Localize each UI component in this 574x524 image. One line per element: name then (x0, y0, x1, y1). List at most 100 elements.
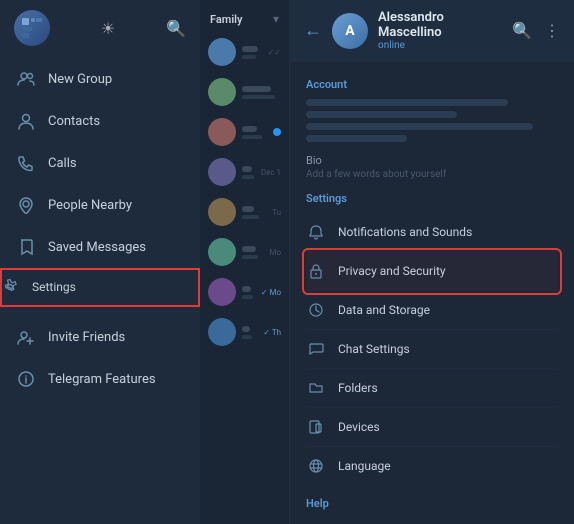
sidebar-item-telegram-features[interactable]: Telegram Features (0, 358, 200, 400)
chat-timestamp: Mo (269, 248, 281, 257)
list-item[interactable]: ✓ Mo (200, 272, 289, 312)
chat-settings-icon (306, 339, 326, 359)
sidebar-item-label-people-nearby: People Nearby (48, 198, 132, 213)
chat-list: Family ▾ ✓✓ Dec 1 (200, 0, 290, 524)
profile-initials: A (345, 23, 354, 39)
chat-preview (242, 135, 262, 139)
avatar (208, 78, 236, 106)
settings-item-notifications[interactable]: Notifications and Sounds (306, 213, 558, 252)
right-panel: ← A Alessandro Mascellino online 🔍 ⋮ Acc… (290, 0, 574, 524)
settings-item-label-data-storage: Data and Storage (338, 303, 430, 317)
chat-timestamp: ✓ Mo (261, 288, 281, 297)
list-item[interactable] (200, 112, 289, 152)
settings-item-data-storage[interactable]: Data and Storage (306, 291, 558, 330)
chat-preview (242, 215, 259, 219)
help-section-label: Help (306, 497, 558, 510)
chat-timestamp: ✓ Th (263, 328, 281, 337)
privacy-icon (306, 261, 326, 281)
avatar (208, 278, 236, 306)
list-item[interactable] (200, 72, 289, 112)
settings-item-label-notifications: Notifications and Sounds (338, 225, 472, 239)
settings-item-language[interactable]: Language (306, 447, 558, 485)
sidebar-item-label-saved-messages: Saved Messages (48, 240, 146, 255)
invite-friends-icon (16, 327, 36, 347)
profile-avatar[interactable]: A (332, 13, 368, 49)
data-storage-icon (306, 300, 326, 320)
sidebar-header: ☀ 🔍 (0, 0, 200, 54)
more-options-icon[interactable]: ⋮ (544, 21, 560, 40)
list-item[interactable]: Tu (200, 192, 289, 232)
new-group-icon (16, 69, 36, 89)
list-item[interactable]: Mo (200, 232, 289, 272)
bio-label: Bio (306, 154, 558, 167)
chat-name (242, 326, 250, 332)
sidebar-item-people-nearby[interactable]: People Nearby (0, 184, 200, 226)
chat-list-title: Family (210, 13, 243, 26)
chat-name (242, 46, 258, 52)
avatar (208, 318, 236, 346)
chat-timestamp: Tu (272, 208, 281, 217)
settings-item-chat-settings[interactable]: Chat Settings (306, 330, 558, 369)
chat-info (242, 126, 267, 139)
header-icons: 🔍 ⋮ (512, 21, 560, 40)
chevron-down-icon[interactable]: ▾ (273, 12, 279, 26)
help-section: Help Ask a Question (306, 497, 558, 524)
sidebar-item-invite-friends[interactable]: Invite Friends (0, 316, 200, 358)
sidebar-item-contacts[interactable]: Contacts (0, 100, 200, 142)
avatar (208, 38, 236, 66)
search-icon[interactable]: 🔍 (166, 19, 186, 38)
sidebar-item-label-settings: Settings (32, 280, 76, 294)
calls-icon (16, 153, 36, 173)
settings-item-label-chat-settings: Chat Settings (338, 342, 410, 356)
avatar[interactable] (14, 10, 50, 46)
chat-info (242, 46, 262, 59)
brightness-icon[interactable]: ☀ (101, 19, 115, 38)
back-button[interactable]: ← (304, 20, 322, 41)
chat-name (242, 286, 251, 292)
chat-info (242, 86, 281, 99)
list-item[interactable]: Dec 1 (200, 152, 289, 192)
sidebar-item-label-telegram-features: Telegram Features (48, 372, 156, 387)
settings-section: Settings Notifications and Sounds (306, 192, 558, 485)
sidebar-item-saved-messages[interactable]: Saved Messages (0, 226, 200, 268)
chat-timestamp: ✓✓ (268, 48, 281, 57)
sidebar: ☀ 🔍 New Group Contacts (0, 0, 200, 524)
chat-info (242, 166, 255, 179)
settings-section-label: Settings (306, 192, 558, 205)
profile-info: Alessandro Mascellino online (378, 10, 502, 51)
avatar (208, 118, 236, 146)
settings-item-folders[interactable]: Folders (306, 369, 558, 408)
profile-status: online (378, 40, 502, 51)
chat-name (242, 86, 271, 92)
bio-section: Bio Add a few words about yourself (306, 154, 558, 180)
list-item[interactable]: ✓✓ (200, 32, 289, 72)
settings-item-privacy[interactable]: Privacy and Security (306, 252, 558, 291)
search-icon[interactable]: 🔍 (512, 21, 532, 40)
account-info-bar-1 (306, 99, 508, 106)
unread-badge (273, 128, 281, 136)
chat-info (242, 286, 255, 299)
chat-name (242, 206, 254, 212)
account-section: Account (306, 78, 558, 142)
settings-item-ask-question[interactable]: Ask a Question (306, 518, 558, 524)
account-info-bar-2 (306, 111, 457, 118)
account-info-bar-4 (306, 135, 407, 142)
sidebar-item-label-new-group: New Group (48, 72, 112, 87)
devices-icon (306, 417, 326, 437)
bio-hint: Add a few words about yourself (306, 169, 558, 180)
settings-item-label-language: Language (338, 459, 391, 473)
chat-name (242, 126, 257, 132)
sidebar-item-calls[interactable]: Calls (0, 142, 200, 184)
list-item[interactable]: ✓ Th (200, 312, 289, 352)
chat-preview (242, 335, 252, 339)
sidebar-nav: New Group Contacts Calls (0, 54, 200, 524)
chat-list-header: Family ▾ (200, 0, 289, 32)
settings-item-label-privacy: Privacy and Security (338, 264, 446, 278)
chat-preview (242, 295, 253, 299)
settings-item-devices[interactable]: Devices (306, 408, 558, 447)
sidebar-item-settings[interactable]: Settings (0, 268, 200, 307)
chat-name (242, 246, 256, 252)
right-panel-header: ← A Alessandro Mascellino online 🔍 ⋮ (290, 0, 574, 62)
chat-timestamp: Dec 1 (261, 168, 281, 177)
sidebar-item-new-group[interactable]: New Group (0, 58, 200, 100)
